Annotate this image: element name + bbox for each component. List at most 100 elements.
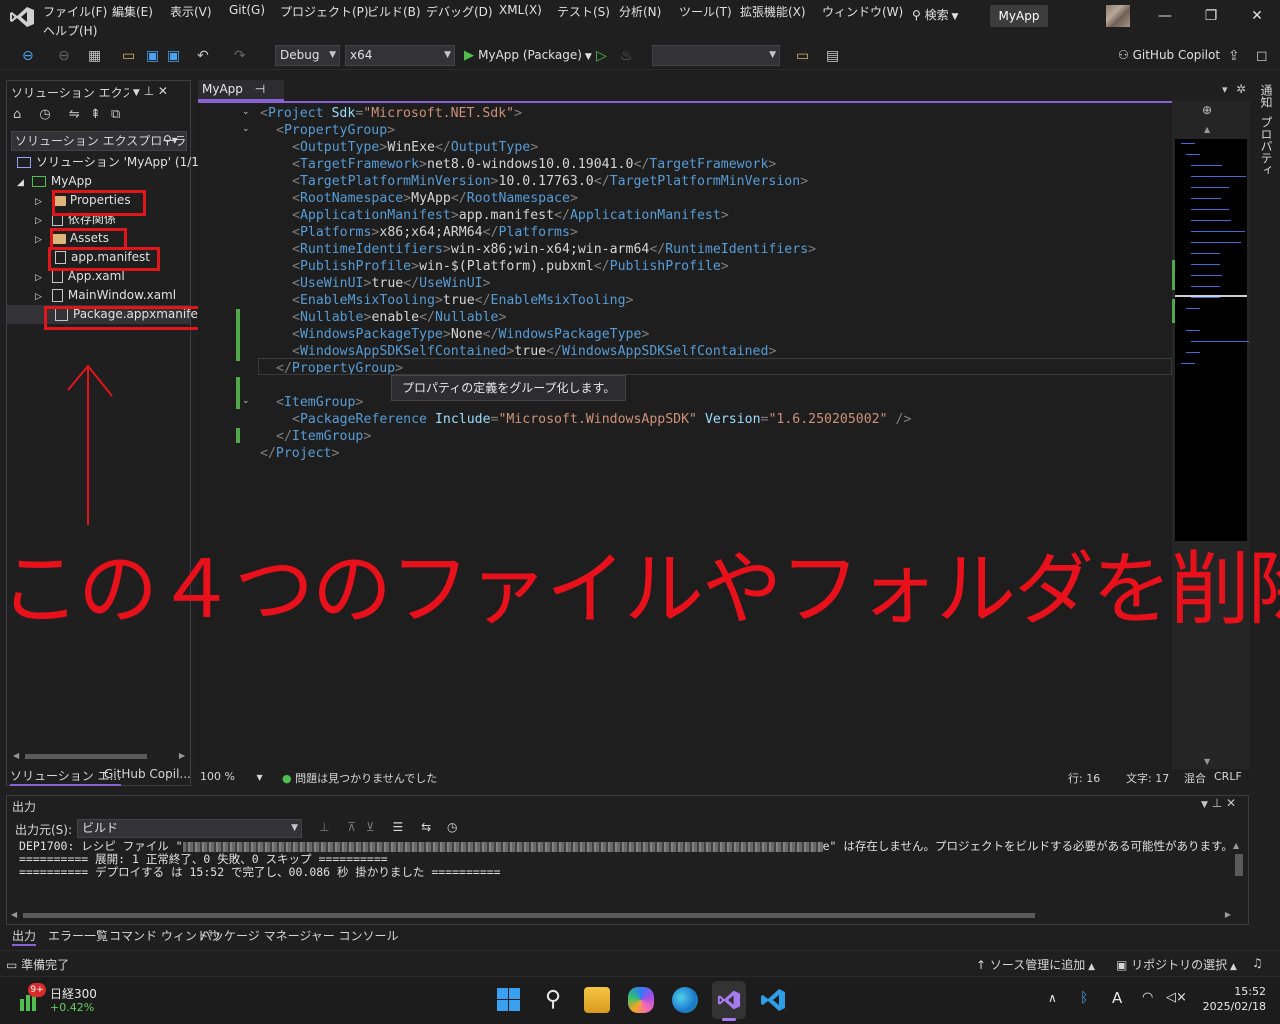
add-to-source-control-button[interactable]: ↑ ソース管理に追加 ▲	[976, 956, 1095, 973]
tree-item-solution[interactable]: ソリューション 'MyApp' (1/1 のプ	[17, 153, 227, 172]
pin-icon[interactable]: ⊥	[144, 84, 154, 98]
new-project-icon[interactable]: ▦	[88, 47, 101, 65]
copilot-app-icon[interactable]	[628, 987, 654, 1013]
vscode-icon[interactable]	[760, 987, 786, 1013]
menu-item[interactable]: ウィンドウ(W)	[822, 3, 903, 20]
system-clock[interactable]: 15:52 2025/02/18	[1203, 984, 1266, 1014]
menu-item[interactable]: プロジェクト(P)	[280, 3, 369, 20]
fold-toggle-icon[interactable]: ⌄	[242, 396, 250, 406]
menu-item[interactable]: テスト(S)	[557, 3, 610, 20]
layout-icon[interactable]: ▤	[826, 47, 839, 65]
clear-all-icon[interactable]: ☰	[393, 820, 404, 834]
output-source-select[interactable]: ビルド ▼	[77, 819, 302, 838]
save-all-icon[interactable]: ▣	[167, 47, 180, 65]
ime-indicator[interactable]: A	[1112, 989, 1122, 1007]
share-icon[interactable]: ⇪	[1228, 47, 1240, 65]
hot-reload-icon[interactable]: ♨	[620, 47, 633, 65]
menu-item[interactable]: ファイル(F)	[43, 3, 107, 20]
minimize-button[interactable]: —	[1150, 4, 1180, 28]
menu-item[interactable]: 分析(N)	[619, 3, 661, 20]
history-icon[interactable]: ◷	[39, 107, 50, 122]
run-button[interactable]: ▶ MyApp (Package) ▼	[464, 45, 592, 65]
horizontal-scrollbar[interactable]: ◀ ▶	[13, 751, 185, 761]
redo-icon[interactable]: ↷	[234, 47, 246, 65]
menu-item[interactable]: 表示(V)	[170, 3, 212, 20]
scrollbar-thumb[interactable]	[23, 913, 1035, 918]
scroll-left-icon[interactable]: ◀	[11, 910, 17, 919]
github-copilot-button[interactable]: ⚇ GitHub Copilot	[1118, 45, 1220, 65]
close-icon[interactable]: ✕	[1226, 796, 1236, 810]
volume-muted-icon[interactable]: ◁×	[1166, 990, 1187, 1005]
close-window-button[interactable]: ✕	[1242, 4, 1272, 28]
chevron-down-icon[interactable]: ▾	[1222, 83, 1228, 96]
open-folder-icon[interactable]: ▭	[122, 47, 135, 65]
sync-icon[interactable]: ⇋	[69, 107, 80, 122]
scroll-left-icon[interactable]: ◀	[13, 751, 19, 760]
edge-browser-icon[interactable]	[672, 987, 698, 1013]
output-horizontal-scrollbar[interactable]: ◀ ▶	[11, 910, 1231, 920]
undo-icon[interactable]: ↶	[197, 47, 209, 65]
pin-icon[interactable]: ⊣	[255, 82, 265, 96]
wifi-icon[interactable]: ◠	[1142, 990, 1153, 1005]
menu-item[interactable]: ツール(T)	[679, 3, 732, 20]
select-repository-button[interactable]: ▣ リポジトリの選択 ▲	[1116, 956, 1237, 973]
scroll-up-icon[interactable]: ▲	[1233, 841, 1245, 850]
line-indicator[interactable]: 行: 16	[1068, 770, 1100, 786]
properties-tab[interactable]: プロパティ	[1258, 116, 1275, 176]
notifications-tab[interactable]: 通知	[1258, 84, 1275, 108]
navigate-back-icon[interactable]: ⊖	[22, 47, 34, 65]
copy-icon[interactable]: ⧉	[111, 107, 120, 122]
column-indicator[interactable]: 文字: 17	[1126, 770, 1169, 786]
menu-item-help[interactable]: ヘルプ(H)	[43, 22, 97, 39]
menu-item[interactable]: XML(X)	[499, 3, 542, 17]
fold-toggle-icon[interactable]: ⌄	[242, 124, 250, 134]
next-message-icon[interactable]: ⊻	[366, 820, 375, 834]
tab-error-list[interactable]: エラー一覧	[48, 927, 108, 944]
save-icon[interactable]: ▣	[146, 47, 159, 65]
tree-item-mainwindow-xaml[interactable]: ▷ MainWindow.xaml	[35, 286, 176, 305]
windows-start-icon[interactable]	[496, 987, 522, 1013]
file-explorer-icon[interactable]	[584, 987, 610, 1013]
minimap[interactable]	[1172, 139, 1249, 541]
menu-item[interactable]: ビルド(B)	[367, 3, 421, 20]
issues-indicator[interactable]: ● 問題は見つかりませんでした	[282, 770, 437, 786]
feedback-icon[interactable]: ◻	[1256, 47, 1268, 65]
folder-search-icon[interactable]: ▭	[796, 47, 809, 65]
go-to-line-icon[interactable]: ⊥	[319, 820, 329, 834]
scroll-right-icon[interactable]: ▶	[179, 751, 185, 760]
chevron-down-icon[interactable]: ▼	[1201, 800, 1208, 810]
previous-message-icon[interactable]: ⊼	[347, 820, 356, 834]
start-without-debug-icon[interactable]: ▷	[596, 47, 607, 65]
scroll-right-icon[interactable]: ▶	[1225, 910, 1231, 919]
word-wrap-icon[interactable]: ⇆	[421, 820, 431, 834]
target-select[interactable]: ▼	[652, 45, 780, 66]
platform-select[interactable]: x64 ▼	[345, 45, 455, 66]
solution-search-input[interactable]: ソリューション エクスプローラー の	[11, 131, 187, 151]
stock-widget-icon[interactable]: 9+	[18, 983, 48, 1015]
configuration-select[interactable]: Debug ▼	[275, 45, 340, 66]
solution-name-badge[interactable]: MyApp	[990, 5, 1048, 27]
menu-item[interactable]: デバッグ(D)	[426, 3, 493, 20]
close-icon[interactable]: ✕	[158, 84, 168, 98]
maximize-button[interactable]: ❐	[1196, 4, 1226, 28]
tab-package-manager-console[interactable]: パッケージ マネージャー コンソール	[200, 927, 399, 944]
pin-icon[interactable]: ⊥	[1212, 796, 1222, 810]
home-icon[interactable]: ⌂	[13, 107, 21, 122]
visual-studio-taskbar-button[interactable]	[712, 981, 746, 1021]
fold-toggle-icon[interactable]: ⌄	[242, 107, 250, 117]
navigate-forward-icon[interactable]: ⊖	[58, 47, 70, 65]
gear-icon[interactable]: ✲	[1236, 82, 1246, 96]
tab-editor-myapp[interactable]: MyApp ⊣ ✕	[198, 80, 284, 115]
taskbar-search-icon[interactable]: ⚲	[540, 987, 566, 1013]
line-ending-indicator[interactable]: CRLF	[1214, 770, 1242, 783]
bluetooth-icon[interactable]: ᛒ	[1080, 990, 1088, 1006]
zoom-select[interactable]: 100 % ▼	[200, 770, 263, 783]
split-icon[interactable]: ⊕	[1202, 103, 1212, 117]
tray-overflow-icon[interactable]: ∧	[1048, 991, 1057, 1005]
menu-item[interactable]: Git(G)	[229, 3, 265, 17]
avatar[interactable]	[1106, 5, 1130, 27]
code-editor[interactable]: <Project Sdk="Microsoft.NET.Sdk"> ⌄ <Prope…	[198, 101, 1250, 769]
search-button[interactable]: ⚲ 検索 ▼	[912, 6, 958, 26]
scrollbar-thumb[interactable]	[25, 754, 147, 759]
chevron-down-icon[interactable]: ▼	[133, 88, 140, 98]
